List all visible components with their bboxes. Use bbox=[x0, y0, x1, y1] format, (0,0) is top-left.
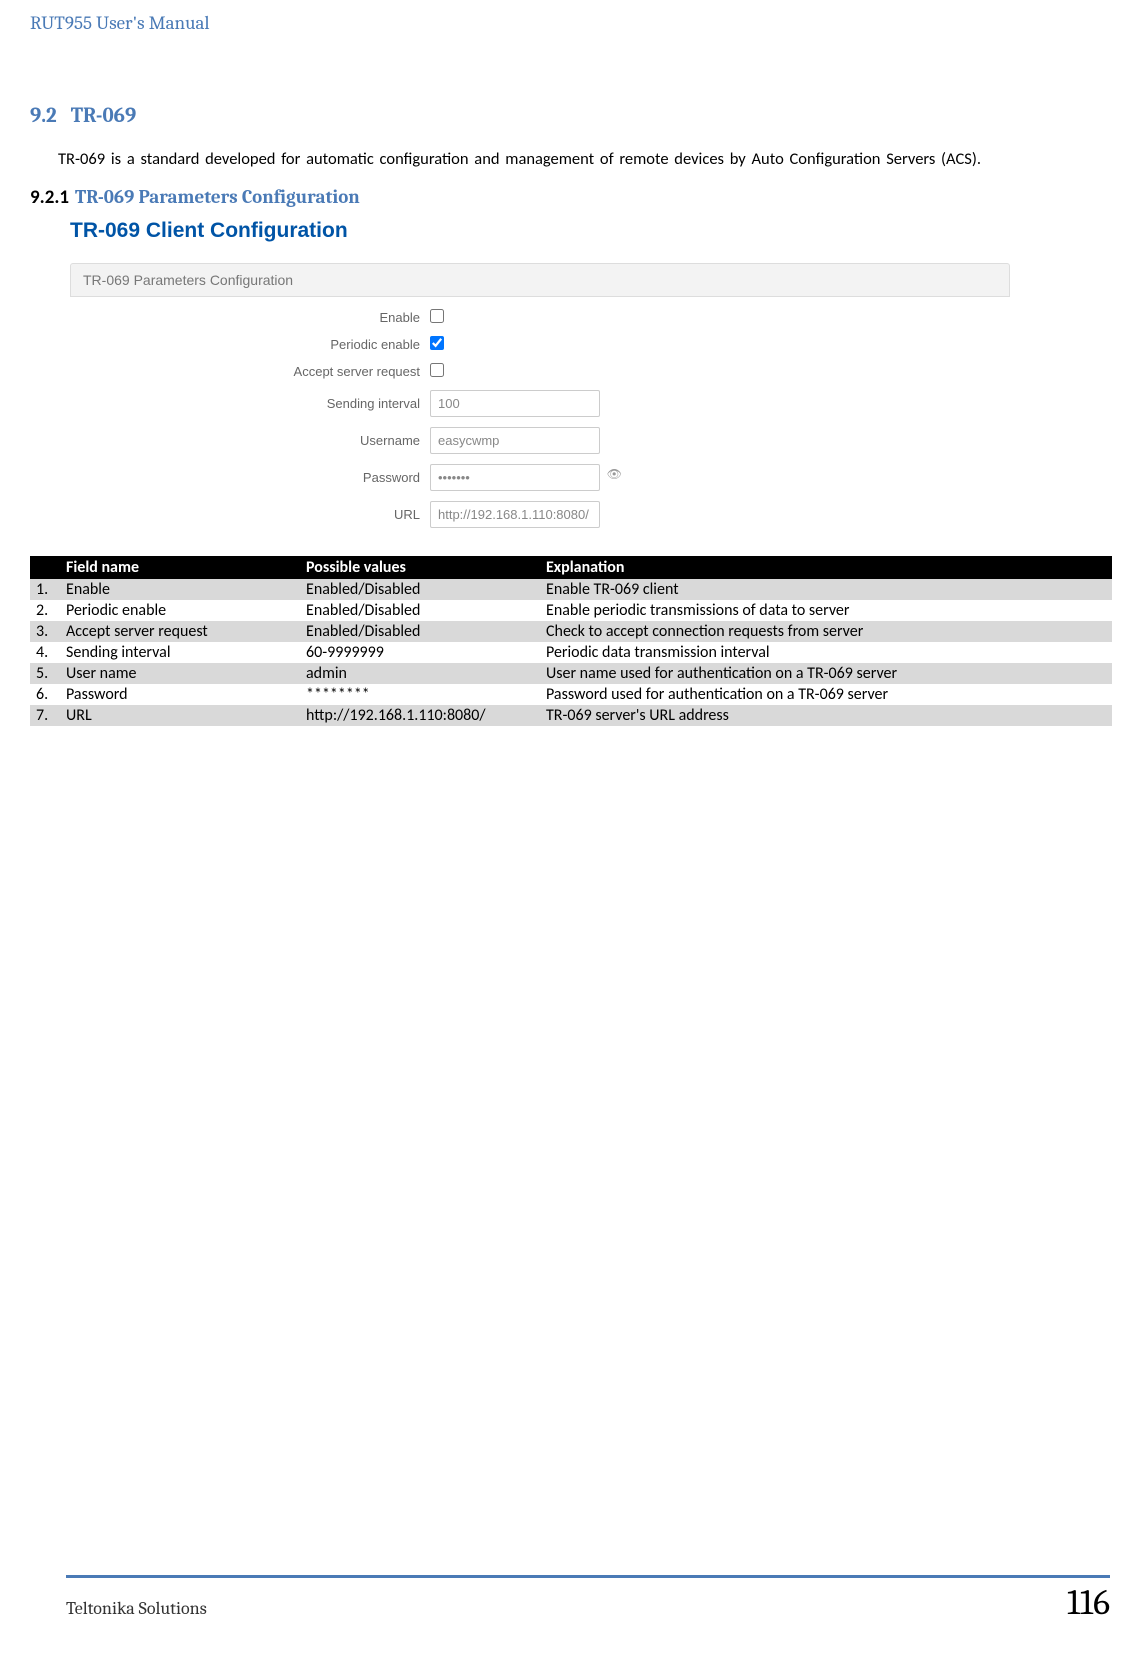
form-panel-header: TR-069 Parameters Configuration bbox=[70, 263, 1010, 297]
label-password: Password bbox=[70, 470, 430, 485]
cell-fieldname: Password bbox=[60, 684, 300, 705]
th-fieldname: Field name bbox=[60, 556, 300, 579]
th-possible: Possible values bbox=[300, 556, 540, 579]
row-enable: Enable bbox=[70, 309, 1030, 326]
label-periodic: Periodic enable bbox=[70, 337, 430, 352]
cell-fieldname: Accept server request bbox=[60, 621, 300, 642]
cell-explanation: Enable periodic transmissions of data to… bbox=[540, 600, 1112, 621]
page-footer: Teltonika Solutions 116 bbox=[0, 1575, 1142, 1623]
label-interval: Sending interval bbox=[70, 396, 430, 411]
cell-explanation: TR-069 server's URL address bbox=[540, 705, 1112, 726]
checkbox-accept[interactable] bbox=[430, 363, 444, 377]
cell-explanation: Check to accept connection requests from… bbox=[540, 621, 1112, 642]
input-url[interactable] bbox=[430, 501, 600, 528]
label-accept: Accept server request bbox=[70, 364, 430, 379]
cell-possible: 60-9999999 bbox=[300, 642, 540, 663]
cell-fieldname: Periodic enable bbox=[60, 600, 300, 621]
form-title: TR-069 Client Configuration bbox=[70, 219, 1030, 243]
cell-possible: http://192.168.1.110:8080/ bbox=[300, 705, 540, 726]
cell-possible: Enabled/Disabled bbox=[300, 579, 540, 600]
cell-explanation: User name used for authentication on a T… bbox=[540, 663, 1112, 684]
cell-index: 6. bbox=[30, 684, 60, 705]
cell-index: 5. bbox=[30, 663, 60, 684]
subsection-heading: 9.2.1 TR-069 Parameters Configuration bbox=[30, 186, 1112, 209]
label-enable: Enable bbox=[70, 310, 430, 325]
cell-fieldname: User name bbox=[60, 663, 300, 684]
cell-explanation: Periodic data transmission interval bbox=[540, 642, 1112, 663]
eye-icon[interactable]: 👁 bbox=[607, 467, 622, 481]
section-body: TR-069 is a standard developed for autom… bbox=[30, 148, 1112, 170]
cell-index: 2. bbox=[30, 600, 60, 621]
cell-possible: Enabled/Disabled bbox=[300, 600, 540, 621]
th-explanation: Explanation bbox=[540, 556, 1112, 579]
label-url: URL bbox=[70, 507, 430, 522]
cell-possible: ******** bbox=[300, 684, 540, 705]
th-blank bbox=[30, 556, 60, 579]
table-row: 7.URLhttp://192.168.1.110:8080/TR-069 se… bbox=[30, 705, 1112, 726]
table-row: 5.User nameadminUser name used for authe… bbox=[30, 663, 1112, 684]
cell-explanation: Password used for authentication on a TR… bbox=[540, 684, 1112, 705]
table-row: 6.Password********Password used for auth… bbox=[30, 684, 1112, 705]
checkbox-enable[interactable] bbox=[430, 309, 444, 323]
cell-fieldname: Enable bbox=[60, 579, 300, 600]
cell-index: 3. bbox=[30, 621, 60, 642]
subsection-title: TR-069 Parameters Configuration bbox=[75, 186, 360, 208]
label-username: Username bbox=[70, 433, 430, 448]
footer-rule bbox=[66, 1575, 1110, 1578]
section-number: 9.2 bbox=[30, 104, 57, 128]
cell-possible: admin bbox=[300, 663, 540, 684]
section-heading: 9.2 TR-069 bbox=[30, 104, 1112, 128]
subsection-number: 9.2.1 bbox=[30, 186, 69, 209]
row-username: Username bbox=[70, 427, 1030, 454]
checkbox-periodic[interactable] bbox=[430, 336, 444, 350]
page-number: 116 bbox=[1067, 1582, 1110, 1623]
row-url: URL bbox=[70, 501, 1030, 528]
section-title: TR-069 bbox=[71, 104, 136, 128]
input-password[interactable] bbox=[430, 464, 600, 491]
parameters-table: Field name Possible values Explanation 1… bbox=[30, 556, 1112, 726]
cell-explanation: Enable TR-069 client bbox=[540, 579, 1112, 600]
table-row: 2.Periodic enableEnabled/DisabledEnable … bbox=[30, 600, 1112, 621]
table-row: 1.EnableEnabled/DisabledEnable TR-069 cl… bbox=[30, 579, 1112, 600]
row-password: Password 👁 bbox=[70, 464, 1030, 491]
footer-company: Teltonika Solutions bbox=[32, 1598, 207, 1619]
row-accept: Accept server request bbox=[70, 363, 1030, 380]
cell-fieldname: Sending interval bbox=[60, 642, 300, 663]
input-username[interactable] bbox=[430, 427, 600, 454]
cell-fieldname: URL bbox=[60, 705, 300, 726]
cell-index: 7. bbox=[30, 705, 60, 726]
config-form-screenshot: TR-069 Client Configuration TR-069 Param… bbox=[70, 219, 1030, 528]
table-row: 3.Accept server requestEnabled/DisabledC… bbox=[30, 621, 1112, 642]
row-periodic: Periodic enable bbox=[70, 336, 1030, 353]
cell-index: 1. bbox=[30, 579, 60, 600]
cell-possible: Enabled/Disabled bbox=[300, 621, 540, 642]
table-header-row: Field name Possible values Explanation bbox=[30, 556, 1112, 579]
input-interval[interactable] bbox=[430, 390, 600, 417]
table-row: 4.Sending interval60-9999999Periodic dat… bbox=[30, 642, 1112, 663]
row-interval: Sending interval bbox=[70, 390, 1030, 417]
doc-header: RUT955 User's Manual bbox=[30, 12, 1112, 34]
cell-index: 4. bbox=[30, 642, 60, 663]
